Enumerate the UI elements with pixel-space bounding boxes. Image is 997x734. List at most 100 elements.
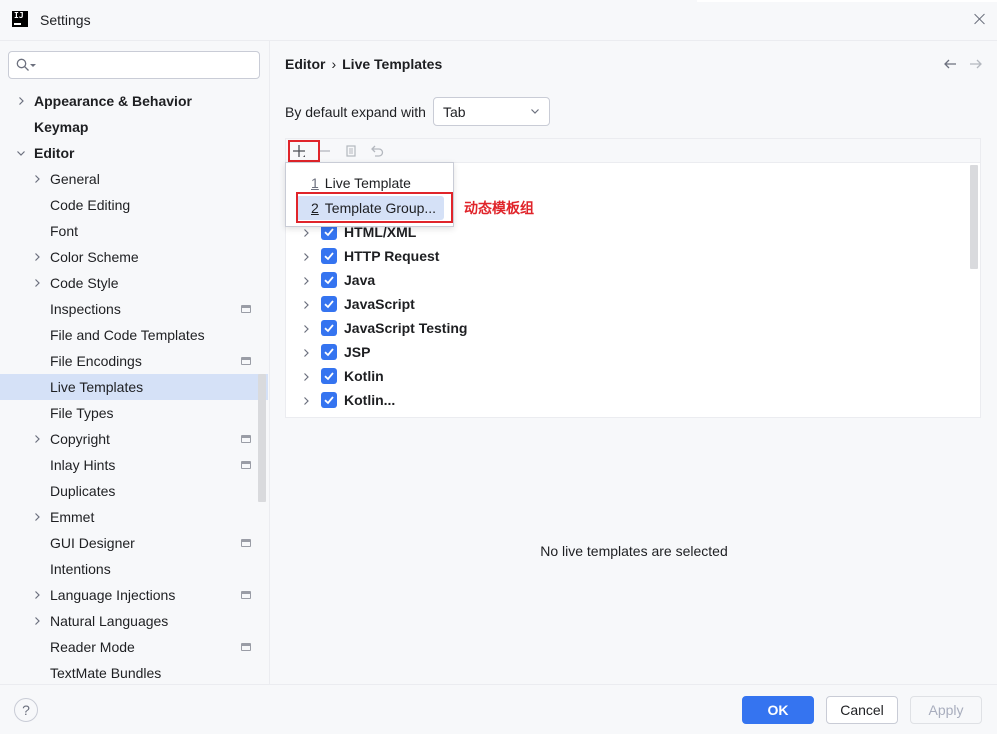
breadcrumb-parent[interactable]: Editor (285, 56, 325, 72)
title-bar: IJ Settings (0, 0, 997, 41)
template-group-checkbox[interactable] (321, 296, 337, 312)
chevron-right-icon[interactable] (17, 97, 25, 105)
template-group-name: JavaScript (344, 296, 415, 312)
template-group-row[interactable]: Java (286, 269, 966, 293)
sidebar-item-language-injections[interactable]: Language Injections (0, 582, 268, 608)
empty-state-message: No live templates are selected (540, 543, 728, 559)
copy-button[interactable] (342, 142, 360, 160)
template-group-highlight (296, 192, 453, 223)
project-level-icon (241, 305, 251, 313)
sidebar-item-general[interactable]: General (0, 166, 268, 192)
sidebar-item-file-types[interactable]: File Types (0, 400, 268, 426)
sidebar-item-inspections[interactable]: Inspections (0, 296, 268, 322)
annotation-label: 动态模板组 (464, 201, 534, 217)
template-group-row[interactable]: HTTP Request (286, 245, 966, 269)
sidebar-item-label: Inspections (50, 301, 121, 317)
chevron-right-icon[interactable] (33, 591, 41, 599)
remove-button[interactable] (316, 142, 334, 160)
sidebar-item-appearance-behavior[interactable]: Appearance & Behavior (0, 88, 268, 114)
sidebar-item-textmate-bundles[interactable]: TextMate Bundles (0, 660, 268, 686)
chevron-right-icon[interactable] (33, 253, 41, 261)
sidebar-item-file-encodings[interactable]: File Encodings (0, 348, 268, 374)
chevron-right-icon[interactable] (33, 435, 41, 443)
add-button[interactable] (288, 140, 320, 162)
search-input[interactable] (41, 55, 251, 75)
sidebar-item-color-scheme[interactable]: Color Scheme (0, 244, 268, 270)
sidebar-item-font[interactable]: Font (0, 218, 268, 244)
chevron-right-icon[interactable] (302, 253, 310, 261)
chevron-right-icon[interactable] (302, 277, 310, 285)
sidebar-item-live-templates[interactable]: Live Templates (0, 374, 268, 400)
template-group-checkbox[interactable] (321, 248, 337, 264)
template-group-checkbox[interactable] (321, 344, 337, 360)
chevron-right-icon[interactable] (33, 175, 41, 183)
sidebar-item-file-and-code-templates[interactable]: File and Code Templates (0, 322, 268, 348)
copy-icon (346, 145, 356, 157)
sidebar-item-natural-languages[interactable]: Natural Languages (0, 608, 268, 634)
template-group-row[interactable]: JavaScript (286, 293, 966, 317)
sidebar-item-code-style[interactable]: Code Style (0, 270, 268, 296)
close-icon[interactable] (973, 12, 987, 26)
template-group-checkbox[interactable] (321, 272, 337, 288)
template-group-row[interactable]: JSP (286, 341, 966, 365)
project-level-icon (241, 591, 251, 599)
sidebar-item-editor[interactable]: Editor (0, 140, 268, 166)
chevron-right-icon[interactable] (33, 617, 41, 625)
sidebar-item-label: Appearance & Behavior (34, 93, 192, 109)
forward-arrow-icon[interactable] (968, 56, 984, 72)
ok-button[interactable]: OK (742, 696, 814, 724)
expand-with-select[interactable]: Tab (433, 97, 550, 126)
template-group-row[interactable]: JavaScript Testing (286, 317, 966, 341)
sidebar-scrollbar[interactable] (258, 374, 266, 502)
chevron-right-icon[interactable] (302, 397, 310, 405)
template-group-checkbox[interactable] (321, 368, 337, 384)
template-group-name: Kotlin... (344, 392, 396, 408)
chevron-right-icon[interactable] (302, 349, 310, 357)
template-group-row[interactable]: Kotlin... (286, 389, 966, 413)
sidebar-item-copyright[interactable]: Copyright (0, 426, 268, 452)
template-group-checkbox[interactable] (321, 392, 337, 408)
template-group-checkbox[interactable] (321, 320, 337, 336)
add-popup-menu: 1 Live Template 2 Template Group... (285, 162, 454, 227)
chevron-right-icon[interactable] (302, 301, 310, 309)
checkmark-icon (324, 372, 334, 381)
dialog-footer: ? OK Cancel Apply (0, 684, 997, 734)
sidebar-item-label: Inlay Hints (50, 457, 116, 473)
sidebar-item-inlay-hints[interactable]: Inlay Hints (0, 452, 268, 478)
chevron-right-icon[interactable] (302, 229, 310, 237)
sidebar-item-label: GUI Designer (50, 535, 135, 551)
sidebar-item-reader-mode[interactable]: Reader Mode (0, 634, 268, 660)
sidebar-item-label: TextMate Bundles (50, 665, 162, 681)
chevron-down-icon[interactable] (17, 149, 25, 157)
restore-button[interactable] (368, 142, 386, 160)
chevron-right-icon[interactable] (302, 373, 310, 381)
chevron-right-icon[interactable] (33, 513, 41, 521)
search-history-caret-icon[interactable] (30, 64, 36, 68)
apply-button[interactable]: Apply (910, 696, 982, 724)
back-arrow-icon[interactable] (942, 56, 958, 72)
sidebar-item-intentions[interactable]: Intentions (0, 556, 268, 582)
sidebar-item-gui-designer[interactable]: GUI Designer (0, 530, 268, 556)
checkmark-icon (324, 324, 334, 333)
sidebar-item-code-editing[interactable]: Code Editing (0, 192, 268, 218)
sidebar-item-label: Keymap (34, 119, 89, 135)
expand-with-value: Tab (443, 104, 466, 120)
template-group-name: Java (344, 272, 376, 288)
help-button[interactable]: ? (14, 698, 38, 722)
settings-search[interactable] (8, 51, 260, 79)
sidebar-item-label: Duplicates (50, 483, 116, 499)
sidebar-item-keymap[interactable]: Keymap (0, 114, 268, 140)
chevron-right-icon[interactable] (302, 325, 310, 333)
sidebar-item-duplicates[interactable]: Duplicates (0, 478, 268, 504)
checkmark-icon (324, 300, 334, 309)
breadcrumb: Editor › Live Templates (285, 56, 442, 72)
expand-with-label: By default expand with (285, 104, 426, 120)
template-group-row[interactable]: Kotlin (286, 365, 966, 389)
chevron-right-icon[interactable] (33, 279, 41, 287)
sidebar-item-emmet[interactable]: Emmet (0, 504, 268, 530)
templates-scrollbar[interactable] (970, 165, 978, 269)
cancel-button[interactable]: Cancel (826, 696, 898, 724)
project-level-icon (241, 357, 251, 365)
sidebar-item-label: File and Code Templates (50, 327, 205, 343)
sidebar-item-label: Language Injections (50, 587, 176, 603)
